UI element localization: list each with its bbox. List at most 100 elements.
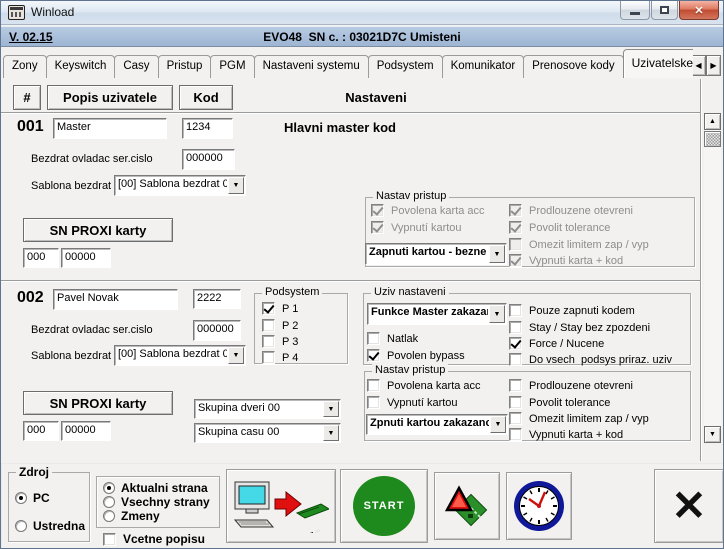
- header-number-button[interactable]: #: [13, 85, 41, 110]
- chevron-down-icon[interactable]: ▼: [489, 305, 505, 323]
- tab-komunikator[interactable]: Komunikator: [442, 55, 525, 78]
- user1-sn-proxi-button[interactable]: SN PROXI karty: [23, 218, 173, 242]
- tab-prenosove-kody[interactable]: Prenosove kody: [523, 55, 623, 78]
- checkbox-povolit-tolerance-2[interactable]: Povolit tolerance: [509, 396, 610, 409]
- tab-keyswitch[interactable]: Keyswitch: [46, 55, 116, 78]
- skupina-dveri-combo[interactable]: Skupina dveri 00 ▼: [194, 399, 341, 419]
- checkbox-vypnuti-kartou-1[interactable]: Vypnutí kartou: [371, 221, 462, 234]
- chevron-down-icon[interactable]: ▼: [323, 425, 339, 441]
- checkbox-p4[interactable]: P 4: [262, 351, 298, 364]
- minimize-icon: [630, 12, 640, 15]
- tabs: Zony Keyswitch Casy Pristup PGM Nastaven…: [3, 48, 693, 78]
- checkbox-label: Povolit tolerance: [529, 397, 610, 409]
- tab-scroll-left-icon[interactable]: ◀: [691, 55, 706, 76]
- checkbox-box: [367, 379, 380, 392]
- user2-code-input[interactable]: 2222: [193, 289, 241, 309]
- checkbox-prodlouzene-otevreni-2[interactable]: Prodlouzene otevreni: [509, 379, 633, 392]
- checkbox-vcetne-popisu[interactable]: Vcetne popisu: [103, 532, 205, 546]
- tab-scroll-right-icon[interactable]: ▶: [706, 55, 721, 76]
- title-bar[interactable]: Winload ✕: [1, 1, 723, 25]
- header-popis-button[interactable]: Popis uzivatele: [47, 85, 173, 110]
- divider: [1, 280, 701, 282]
- time-button[interactable]: [506, 472, 572, 540]
- group-title: Nastav pristup: [373, 190, 449, 202]
- exit-button[interactable]: ✕: [654, 469, 724, 543]
- checkbox-label: P 4: [282, 352, 298, 364]
- skupina-casu-combo[interactable]: Skupina casu 00 ▼: [194, 423, 341, 443]
- tab-casy[interactable]: Casy: [114, 55, 158, 78]
- user1-sablona-combo[interactable]: [00] Sablona bezdrat 00 ▼: [114, 175, 246, 196]
- checkbox-povolena-karta-acc-1[interactable]: Povolena karta acc: [371, 204, 485, 217]
- uziv-master-combo[interactable]: Funkce Master zakazana ▼: [367, 303, 507, 325]
- checkbox-force-nucene[interactable]: Force / Nucene: [509, 337, 604, 350]
- checkbox-p1[interactable]: P 1: [262, 302, 298, 315]
- scrollbar[interactable]: ▲ ▼: [704, 113, 721, 443]
- close-button[interactable]: ✕: [679, 1, 719, 20]
- checkbox-vypnuti-karta-kod-1[interactable]: Vypnuti karta + kod: [509, 254, 623, 267]
- chevron-down-icon[interactable]: ▼: [323, 401, 339, 417]
- checkbox-box: [262, 302, 275, 315]
- verify-button[interactable]: [434, 472, 500, 540]
- checkbox-povolen-bypass[interactable]: Povolen bypass: [367, 349, 465, 362]
- radio-label: Zmeny: [121, 509, 160, 523]
- scroll-down-icon[interactable]: ▼: [704, 426, 721, 443]
- tab-pristup[interactable]: Pristup: [158, 55, 212, 78]
- tab-zony[interactable]: Zony: [3, 55, 47, 78]
- chevron-down-icon[interactable]: ▼: [490, 416, 506, 433]
- radio-vsechny-strany[interactable]: Vsechny strany: [103, 495, 210, 509]
- scroll-thumb[interactable]: [704, 131, 721, 147]
- radio-pc[interactable]: PC: [15, 491, 50, 505]
- checkbox-povolena-karta-acc-2[interactable]: Povolena karta acc: [367, 379, 481, 392]
- user1-sn1-input[interactable]: 000: [23, 248, 59, 268]
- tab-podsystem[interactable]: Podsystem: [368, 55, 443, 78]
- caption-buttons: ✕: [620, 1, 719, 20]
- checkbox-vypnuti-karta-kod-2[interactable]: Vypnuti karta + kod: [509, 428, 623, 441]
- tab-nastaveni-systemu[interactable]: Nastaveni systemu: [254, 55, 369, 78]
- user2-name-input[interactable]: Pavel Novak: [53, 289, 178, 310]
- chevron-down-icon[interactable]: ▼: [228, 177, 244, 194]
- checkbox-box: [367, 332, 380, 345]
- radio-ustredna[interactable]: Ustredna: [15, 519, 85, 533]
- scroll-up-icon[interactable]: ▲: [704, 113, 721, 130]
- chevron-down-icon[interactable]: ▼: [228, 347, 244, 364]
- pc-to-board-icon: [233, 479, 329, 533]
- minimize-button[interactable]: [620, 1, 650, 20]
- checkbox-p3[interactable]: P 3: [262, 335, 298, 348]
- checkbox-vypnuti-kartou-2[interactable]: Vypnutí kartou: [367, 396, 458, 409]
- tab-uzivatelske-kody[interactable]: Uzivatelske kody: [623, 49, 693, 78]
- user2-serial-input[interactable]: 000000: [193, 320, 241, 341]
- radio-zmeny[interactable]: Zmeny: [103, 509, 160, 523]
- start-button[interactable]: START: [340, 469, 428, 543]
- version-label[interactable]: V. 02.15: [9, 30, 53, 44]
- user2-nastav-combo[interactable]: Zpnuti kartou zakazano ▼: [366, 414, 508, 435]
- chevron-down-icon[interactable]: ▼: [489, 245, 505, 263]
- user1-name-input[interactable]: Master: [53, 118, 167, 139]
- radio-aktualni-strana[interactable]: Aktualni strana: [103, 481, 208, 495]
- checkbox-omezit-limitem-2[interactable]: Omezit limitem zap / vyp: [509, 412, 649, 425]
- user1-sn2-input[interactable]: 00000: [61, 248, 111, 268]
- checkbox-povolit-tolerance-1[interactable]: Povolit tolerance: [509, 221, 610, 234]
- user1-nastav-combo[interactable]: Zapnuti kartou - bezne ▼: [365, 243, 507, 265]
- close-icon: ✕: [694, 4, 703, 17]
- user2-sn-proxi-button[interactable]: SN PROXI karty: [23, 391, 173, 415]
- restore-button[interactable]: [651, 1, 678, 20]
- user2-serial-label: Bezdrat ovladac ser.cislo: [31, 324, 153, 336]
- user2-sn2-input[interactable]: 00000: [61, 421, 111, 441]
- send-pc-to-panel-button[interactable]: [226, 469, 336, 543]
- winload-window: Winload ✕ EVO48 SN c. : 03021D7C Umisten…: [0, 0, 724, 549]
- tab-pgm[interactable]: PGM: [210, 55, 254, 78]
- checkbox-natlak[interactable]: Natlak: [367, 332, 418, 345]
- user2-sablona-combo[interactable]: [00] Sablona bezdrat 00 ▼: [114, 345, 246, 366]
- checkbox-do-vsech-podsys[interactable]: Do vsech podsys priraz. uziv: [509, 353, 672, 366]
- user1-code-input[interactable]: 1234: [182, 118, 233, 139]
- user2-sn1-input[interactable]: 000: [23, 421, 59, 441]
- checkbox-pouze-zapnuti-kodem[interactable]: Pouze zapnuti kodem: [509, 304, 635, 317]
- checkbox-stay-bez-zpozdeni[interactable]: Stay / Stay bez zpozdeni: [509, 321, 650, 334]
- user1-serial-input[interactable]: 000000: [182, 149, 235, 170]
- checkbox-p2[interactable]: P 2: [262, 319, 298, 332]
- group-title: Nastav pristup: [372, 364, 448, 376]
- checkbox-omezit-limitem-1[interactable]: Omezit limitem zap / vyp: [509, 238, 649, 251]
- checkbox-label: P 2: [282, 320, 298, 332]
- header-kod-button[interactable]: Kod: [179, 85, 233, 110]
- checkbox-prodlouzene-otevreni-1[interactable]: Prodlouzene otevreni: [509, 204, 633, 217]
